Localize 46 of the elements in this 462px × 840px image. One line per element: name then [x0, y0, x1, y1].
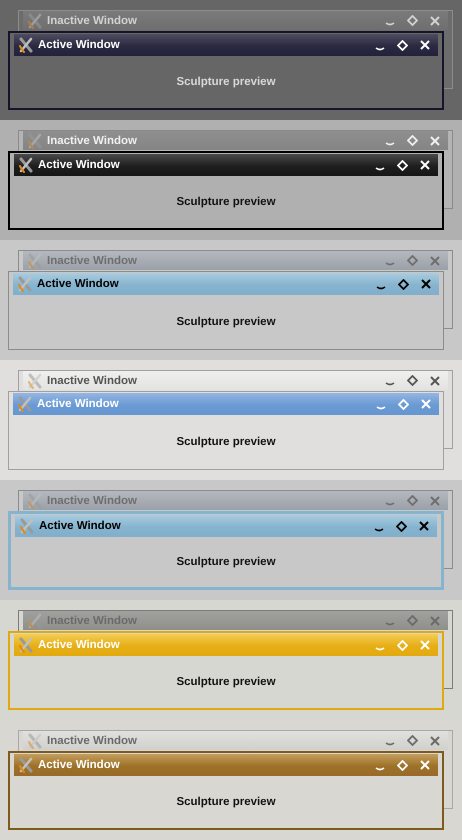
app-logo-icon	[27, 372, 43, 388]
app-logo-icon	[27, 132, 43, 148]
minimize-button[interactable]	[385, 382, 395, 387]
window-title: Inactive Window	[47, 134, 138, 146]
close-button[interactable]	[430, 376, 440, 386]
window-title: Active Window	[37, 278, 120, 290]
app-logo-icon	[18, 157, 34, 173]
app-logo-icon	[19, 518, 35, 534]
close-button[interactable]	[421, 279, 431, 289]
title-bar[interactable]: Active Window	[13, 273, 439, 295]
window-title: Active Window	[38, 639, 121, 651]
app-logo-icon	[27, 732, 43, 748]
close-button[interactable]	[419, 521, 429, 531]
title-bar[interactable]: Inactive Window	[23, 371, 448, 390]
window-title: Inactive Window	[47, 254, 138, 266]
preview-text: Sculpture preview	[176, 676, 276, 688]
app-logo-icon	[27, 252, 43, 268]
minimize-button[interactable]	[374, 528, 384, 532]
preview-text: Sculpture preview	[176, 556, 276, 568]
window-title: Active Window	[39, 520, 122, 532]
window-title: Inactive Window	[47, 374, 138, 386]
window-title: Inactive Window	[47, 14, 138, 26]
window-title: Active Window	[38, 39, 121, 51]
app-logo-icon	[18, 757, 34, 773]
title-bar[interactable]: Active Window	[15, 515, 437, 537]
app-logo-icon	[27, 12, 43, 28]
maximize-button[interactable]	[396, 520, 407, 532]
maximize-button[interactable]	[398, 278, 409, 290]
window-title: Active Window	[37, 398, 120, 410]
minimize-button[interactable]	[376, 286, 386, 290]
preview-text: Sculpture preview	[176, 316, 276, 328]
preview-text: Sculpture preview	[176, 196, 276, 208]
window-title: Inactive Window	[47, 734, 138, 746]
app-logo-icon	[18, 637, 34, 653]
app-logo-icon	[18, 37, 34, 53]
maximize-button[interactable]	[407, 375, 418, 386]
app-logo-icon	[27, 612, 43, 628]
preview-text: Sculpture preview	[176, 436, 276, 448]
window-title: Inactive Window	[47, 494, 138, 506]
window-title: Active Window	[38, 159, 121, 171]
app-logo-icon	[27, 492, 43, 508]
app-logo-icon	[17, 396, 33, 412]
preview-text: Sculpture preview	[176, 796, 276, 808]
app-logo-icon	[17, 276, 33, 292]
window-title: Active Window	[38, 759, 121, 771]
preview-text: Sculpture preview	[176, 76, 276, 88]
